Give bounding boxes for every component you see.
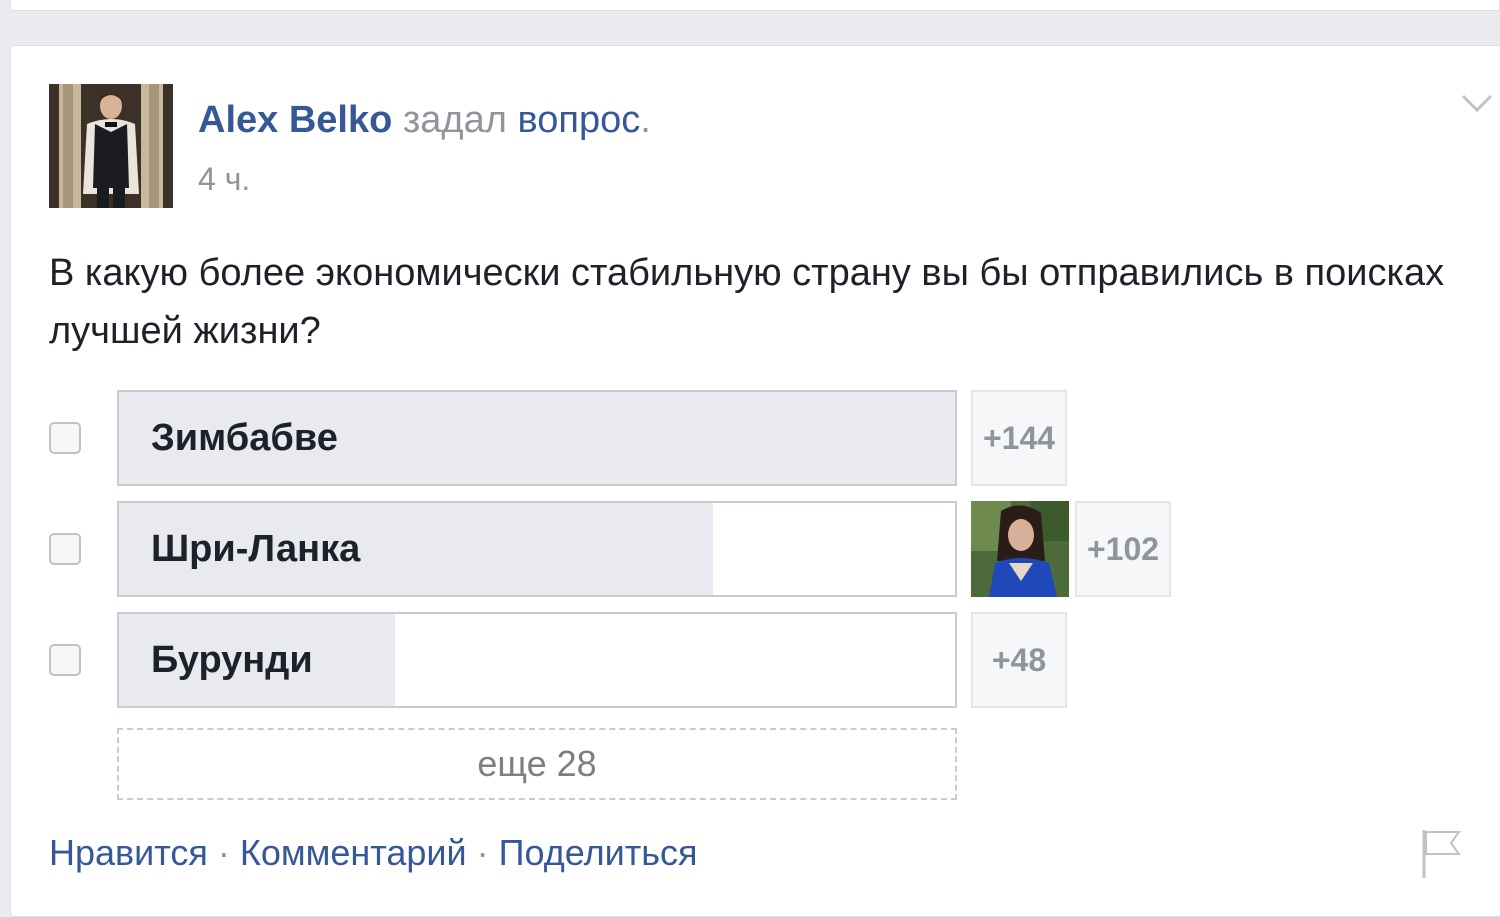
separator: · xyxy=(476,832,489,873)
separator: · xyxy=(217,832,230,873)
poll-option-checkbox[interactable] xyxy=(49,533,81,565)
flag-icon[interactable] xyxy=(1419,826,1463,880)
post-header: Alex Belko задал вопрос. xyxy=(198,96,651,144)
action-dot: . xyxy=(640,99,651,141)
poll-option-bar[interactable]: Зимбабве xyxy=(117,390,957,486)
author-name-link[interactable]: Alex Belko xyxy=(198,99,392,141)
poll-option-label: Зимбабве xyxy=(151,417,338,459)
question-text: В какую более экономически стабильную ст… xyxy=(49,252,1445,352)
more-options-button[interactable]: еще 28 xyxy=(117,728,957,800)
like-link[interactable]: Нравится xyxy=(49,832,208,873)
poll-option-count[interactable]: +48 xyxy=(971,612,1067,708)
poll-option-checkbox[interactable] xyxy=(49,644,81,676)
post-actions: Нравится · Комментарий · Поделиться xyxy=(49,832,697,874)
poll-option-checkbox[interactable] xyxy=(49,422,81,454)
poll-option-bar[interactable]: Шри-Ланка xyxy=(117,501,957,597)
voter-avatar[interactable] xyxy=(971,501,1069,597)
author-avatar[interactable] xyxy=(49,84,173,208)
poll-option-label: Бурунди xyxy=(151,639,313,681)
question-link[interactable]: вопрос xyxy=(517,99,640,141)
poll-option-label: Шри-Ланка xyxy=(151,528,361,570)
post-timestamp[interactable]: 4 ч. xyxy=(198,161,250,198)
poll-option-bar[interactable]: Бурунди xyxy=(117,612,957,708)
comment-link[interactable]: Комментарий xyxy=(240,832,467,873)
action-verb: задал xyxy=(402,99,507,141)
poll-option-count[interactable]: +144 xyxy=(971,390,1067,486)
previous-post-edge xyxy=(0,0,1500,12)
poll-option-count[interactable]: +102 xyxy=(1075,501,1171,597)
share-link[interactable]: Поделиться xyxy=(499,832,698,873)
chevron-down-icon[interactable] xyxy=(1457,88,1497,116)
question-post-card: Alex Belko задал вопрос. 4 ч. В какую бо… xyxy=(10,45,1500,917)
